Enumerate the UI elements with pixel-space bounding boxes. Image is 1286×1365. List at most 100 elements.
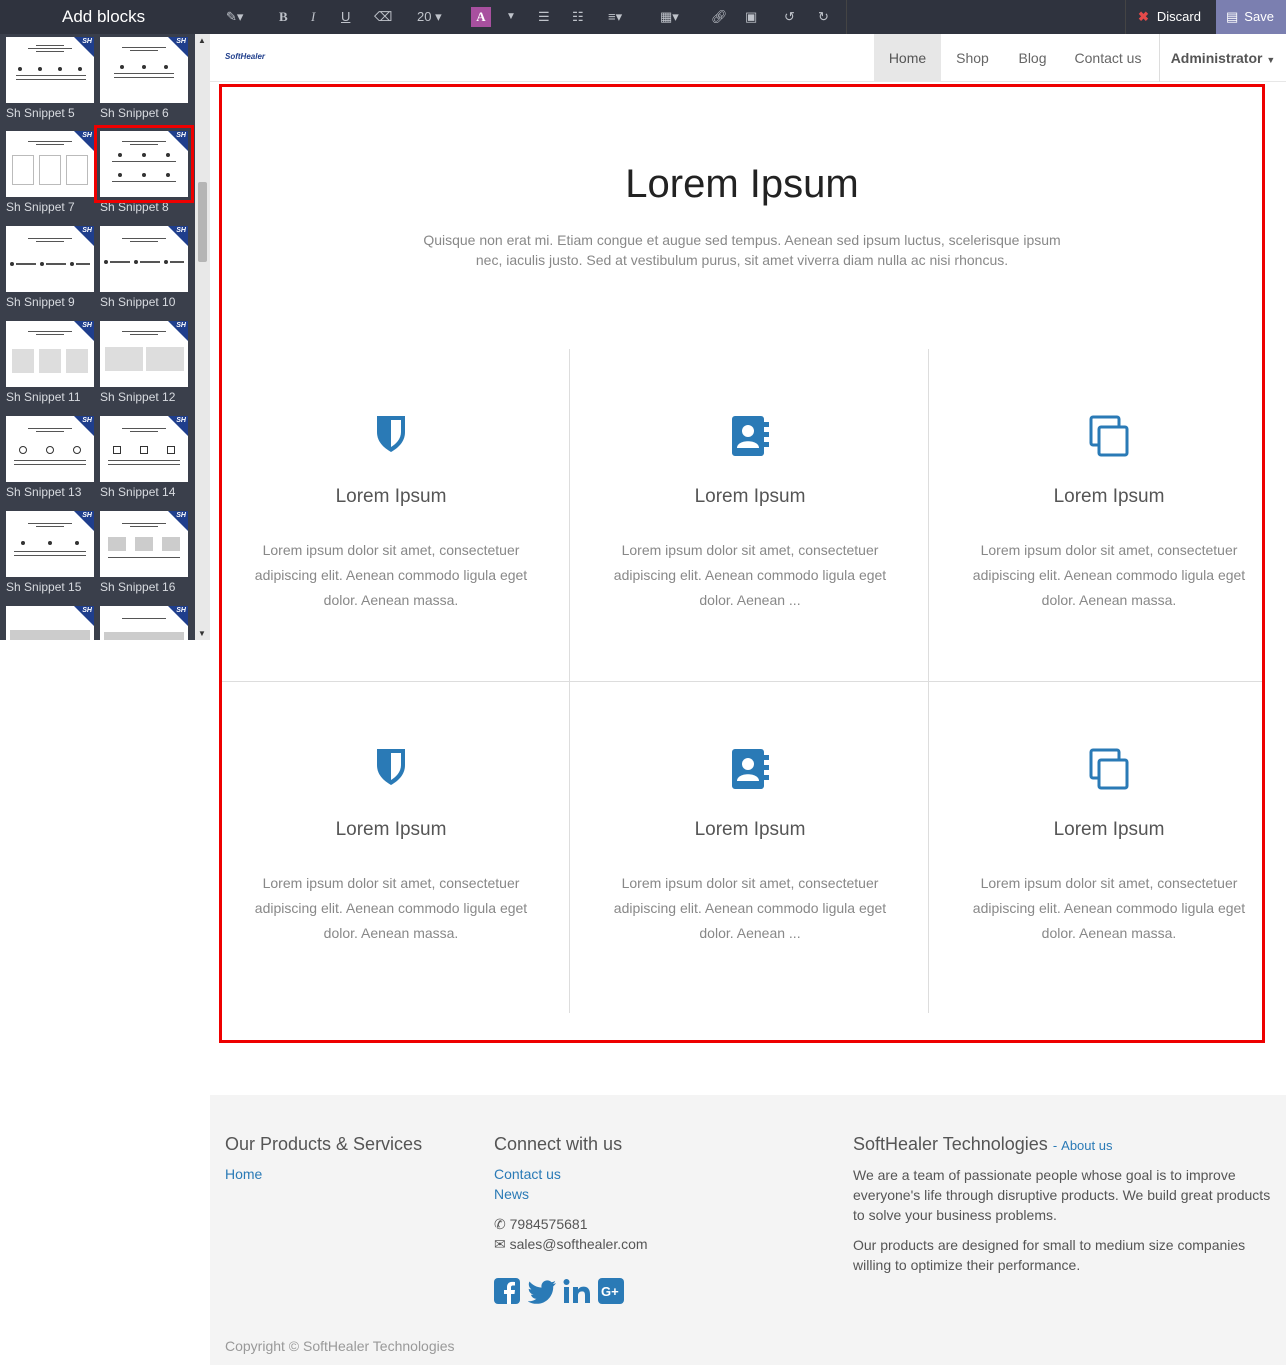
undo-icon[interactable]: ↺ <box>784 0 795 34</box>
section-title: Lorem Ipsum <box>625 162 859 206</box>
snippet-label: Sh Snippet 13 <box>6 485 82 499</box>
align-icon[interactable]: ≡▾ <box>608 0 622 34</box>
snippet-label: Sh Snippet 6 <box>100 106 169 120</box>
card-title: Lorem Ipsum <box>694 486 806 507</box>
card-text: Lorem ipsum dolor sit amet, consectetuer… <box>613 542 887 608</box>
snippet-17[interactable]: SH <box>6 606 94 640</box>
snippet-5[interactable]: SH Sh Snippet 5 <box>6 37 94 129</box>
footer-connect-heading: Connect with us <box>494 1134 623 1154</box>
feature-card: Lorem Ipsum Lorem ipsum dolor sit amet, … <box>241 414 541 613</box>
snippet-10[interactable]: SH Sh Snippet 10 <box>100 226 188 318</box>
copy-icon <box>1089 748 1129 790</box>
discard-button[interactable]: ✖ Discard <box>1125 0 1216 34</box>
footer-phone: ✆ 7984575681 <box>494 1216 588 1232</box>
feature-card: Lorem Ipsum Lorem ipsum dolor sit amet, … <box>959 747 1259 946</box>
facebook-icon[interactable] <box>494 1278 520 1304</box>
table-icon[interactable]: ▦▾ <box>660 0 679 34</box>
footer-link-home[interactable]: Home <box>225 1166 262 1182</box>
bullet-list-icon[interactable]: ☰ <box>538 0 550 34</box>
svg-text:G+: G+ <box>601 1284 619 1299</box>
footer-email[interactable]: ✉ sales@softhealer.com <box>494 1234 648 1254</box>
envelope-icon: ✉ <box>494 1236 506 1252</box>
card-text: Lorem ipsum dolor sit amet, consectetuer… <box>613 875 887 941</box>
snippet-thumbnail: SH <box>6 511 94 577</box>
add-blocks-panel: Add blocks SH Sh Snippet 5 SH Sh Snippet… <box>0 0 210 640</box>
snippet-thumbnail: SH <box>100 606 188 640</box>
linkedin-icon[interactable] <box>563 1278 591 1304</box>
underline-icon[interactable]: U <box>341 0 350 34</box>
snippet-13[interactable]: SH Sh Snippet 13 <box>6 416 94 508</box>
scroll-up-icon[interactable]: ▲ <box>198 36 206 45</box>
twitter-icon[interactable] <box>528 1278 556 1304</box>
magic-wand-icon[interactable]: ✎▾ <box>226 0 243 34</box>
snippet-16[interactable]: SH Sh Snippet 16 <box>100 511 188 603</box>
snippet-thumbnail: SH <box>6 416 94 482</box>
snippet-11[interactable]: SH Sh Snippet 11 <box>6 321 94 413</box>
snippet-6[interactable]: SH Sh Snippet 6 <box>100 37 188 129</box>
card-text: Lorem ipsum dolor sit amet, consectetuer… <box>254 542 528 608</box>
snippet-7[interactable]: SH Sh Snippet 7 <box>6 131 94 223</box>
nav-blog[interactable]: Blog <box>1007 34 1058 82</box>
copy-icon <box>1089 415 1129 457</box>
phone-icon: ✆ <box>494 1216 506 1232</box>
user-menu[interactable]: Administrator ▼ <box>1159 34 1286 82</box>
text-color-icon[interactable]: A <box>471 7 491 27</box>
address-book-icon <box>732 416 769 456</box>
copyright: Copyright © SoftHealer Technologies <box>225 1338 455 1354</box>
bold-icon[interactable]: B <box>279 0 288 34</box>
nav-contact-us[interactable]: Contact us <box>1068 34 1148 82</box>
footer-link-contact-us[interactable]: Contact us <box>494 1166 561 1182</box>
snippet-label: Sh Snippet 11 <box>6 390 81 404</box>
site-logo[interactable]: SoftHealer <box>225 52 265 61</box>
eraser-icon[interactable]: ⌫ <box>374 0 392 34</box>
snippet-label: Sh Snippet 16 <box>100 580 176 594</box>
card-title: Lorem Ipsum <box>1053 486 1165 507</box>
color-dropdown-icon[interactable]: ▼ <box>506 0 516 34</box>
snippet-thumbnail: SH <box>100 226 188 292</box>
link-icon[interactable]: 🔗︎ <box>711 0 728 34</box>
snippet-thumbnail: SH <box>6 606 94 640</box>
snippet-label: Sh Snippet 15 <box>6 580 82 594</box>
snippet-9[interactable]: SH Sh Snippet 9 <box>6 226 94 318</box>
snippet-14[interactable]: SH Sh Snippet 14 <box>100 416 188 508</box>
snippet-label: Sh Snippet 8 <box>100 200 169 214</box>
section-subtitle: Quisque non erat mi. Etiam congue et aug… <box>423 232 1061 268</box>
card-text: Lorem ipsum dolor sit amet, consectetuer… <box>254 875 528 941</box>
snippet-thumbnail: SH <box>100 321 188 387</box>
italic-icon[interactable]: I <box>311 0 315 34</box>
card-title: Lorem Ipsum <box>1053 819 1165 840</box>
card-title: Lorem Ipsum <box>694 819 806 840</box>
nav-home[interactable]: Home <box>874 34 941 82</box>
snippet-label: Sh Snippet 5 <box>6 106 75 120</box>
snippet-thumbnail: SH <box>6 321 94 387</box>
footer-about-text-2: Our products are designed for small to m… <box>853 1237 1246 1273</box>
snippet-8[interactable]: SH Sh Snippet 8 <box>94 125 194 223</box>
scroll-down-icon[interactable]: ▼ <box>198 629 206 638</box>
google-plus-icon[interactable]: G+ <box>598 1278 624 1304</box>
feature-card: Lorem Ipsum Lorem ipsum dolor sit amet, … <box>600 747 900 946</box>
footer-link-news[interactable]: News <box>494 1186 529 1202</box>
scrollbar-thumb[interactable] <box>198 182 207 262</box>
site-navbar: SoftHealer Home Shop Blog Contact us Adm… <box>210 34 1286 82</box>
numbered-list-icon[interactable]: ☷ <box>572 0 584 34</box>
footer-company-heading: SoftHealer Technologies - About us <box>853 1134 1113 1154</box>
shield-icon <box>377 416 405 452</box>
image-icon[interactable]: ▣ <box>745 0 757 34</box>
snippet-15[interactable]: SH Sh Snippet 15 <box>6 511 94 603</box>
footer-products-heading: Our Products & Services <box>225 1134 423 1154</box>
snippet-thumbnail: SH <box>94 125 194 203</box>
nav-shop[interactable]: Shop <box>945 34 1000 82</box>
font-size-dropdown[interactable]: 20 ▾ <box>417 0 442 34</box>
selected-snippet-section[interactable]: Lorem Ipsum Quisque non erat mi. Etiam c… <box>219 84 1265 1043</box>
address-book-icon <box>732 749 769 789</box>
feature-card: Lorem Ipsum Lorem ipsum dolor sit amet, … <box>959 414 1259 613</box>
save-button[interactable]: ▤ Save <box>1216 0 1286 34</box>
snippet-label: Sh Snippet 9 <box>6 295 75 309</box>
redo-icon[interactable]: ↻ <box>818 0 829 34</box>
panel-scrollbar[interactable]: ▲ ▼ <box>195 34 210 640</box>
about-us-link[interactable]: About us <box>1061 1138 1112 1153</box>
snippet-list: SH Sh Snippet 5 SH Sh Snippet 6 SH Sh Sn… <box>0 34 195 640</box>
snippet-12[interactable]: SH Sh Snippet 12 <box>100 321 188 413</box>
row-divider <box>222 681 1262 682</box>
snippet-18[interactable]: SH <box>100 606 188 640</box>
